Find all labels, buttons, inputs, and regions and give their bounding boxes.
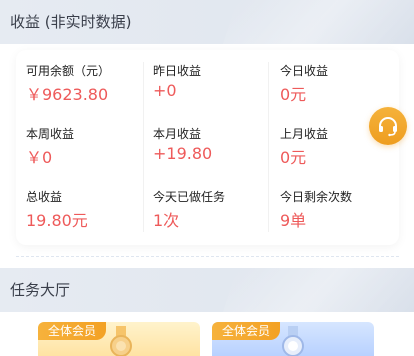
stat-label: 总收益 (26, 190, 63, 204)
stat-tasks-done-today: 今天已做任务 1次 (143, 188, 263, 232)
stat-value: +19.80 (153, 144, 213, 163)
stat-value: 19.80元 (26, 211, 88, 230)
column-divider (268, 62, 269, 232)
stat-label: 今日收益 (280, 64, 329, 78)
stat-available-balance: 可用余额（元） ￥9623.80 (16, 62, 136, 106)
task-card[interactable]: 全体会员 (212, 322, 374, 356)
stat-value: 0元 (280, 85, 307, 104)
stat-month-earnings: 本月收益 +19.80 (143, 125, 263, 169)
stat-label: 今日剩余次数 (280, 190, 353, 204)
task-hall-title: 任务大厅 (10, 281, 71, 299)
stat-yesterday-earnings: 昨日收益 +0 (143, 62, 263, 106)
stat-label: 本月收益 (153, 127, 202, 141)
member-badge: 全体会员 (38, 322, 107, 340)
section-divider (16, 256, 399, 257)
stat-remaining-today: 今日剩余次数 9单 (270, 188, 390, 232)
stat-week-earnings: 本周收益 ￥0 (16, 125, 136, 169)
earnings-header: 收益 (非实时数据) (0, 0, 414, 44)
task-card[interactable]: 全体会员 (38, 322, 200, 356)
stat-label: 本周收益 (26, 127, 75, 141)
stat-value: ￥9623.80 (26, 85, 109, 104)
customer-support-button[interactable] (369, 107, 407, 145)
stat-label: 今天已做任务 (153, 190, 226, 204)
member-badge: 全体会员 (212, 322, 281, 340)
task-hall-header: 任务大厅 (0, 268, 414, 312)
stat-label: 昨日收益 (153, 64, 202, 78)
stat-value: ￥0 (26, 148, 53, 167)
stat-value: 1次 (153, 211, 180, 230)
headset-icon (379, 117, 397, 137)
stat-value: +0 (153, 81, 177, 100)
earnings-title: 收益 (非实时数据) (10, 13, 132, 31)
stat-value: 9单 (280, 211, 307, 230)
medal-icon (110, 326, 132, 356)
stat-label: 可用余额（元） (26, 64, 111, 78)
stat-value: 0元 (280, 148, 307, 167)
stat-today-earnings: 今日收益 0元 (270, 62, 390, 106)
medal-icon (282, 326, 304, 356)
stat-total-earnings: 总收益 19.80元 (16, 188, 136, 232)
